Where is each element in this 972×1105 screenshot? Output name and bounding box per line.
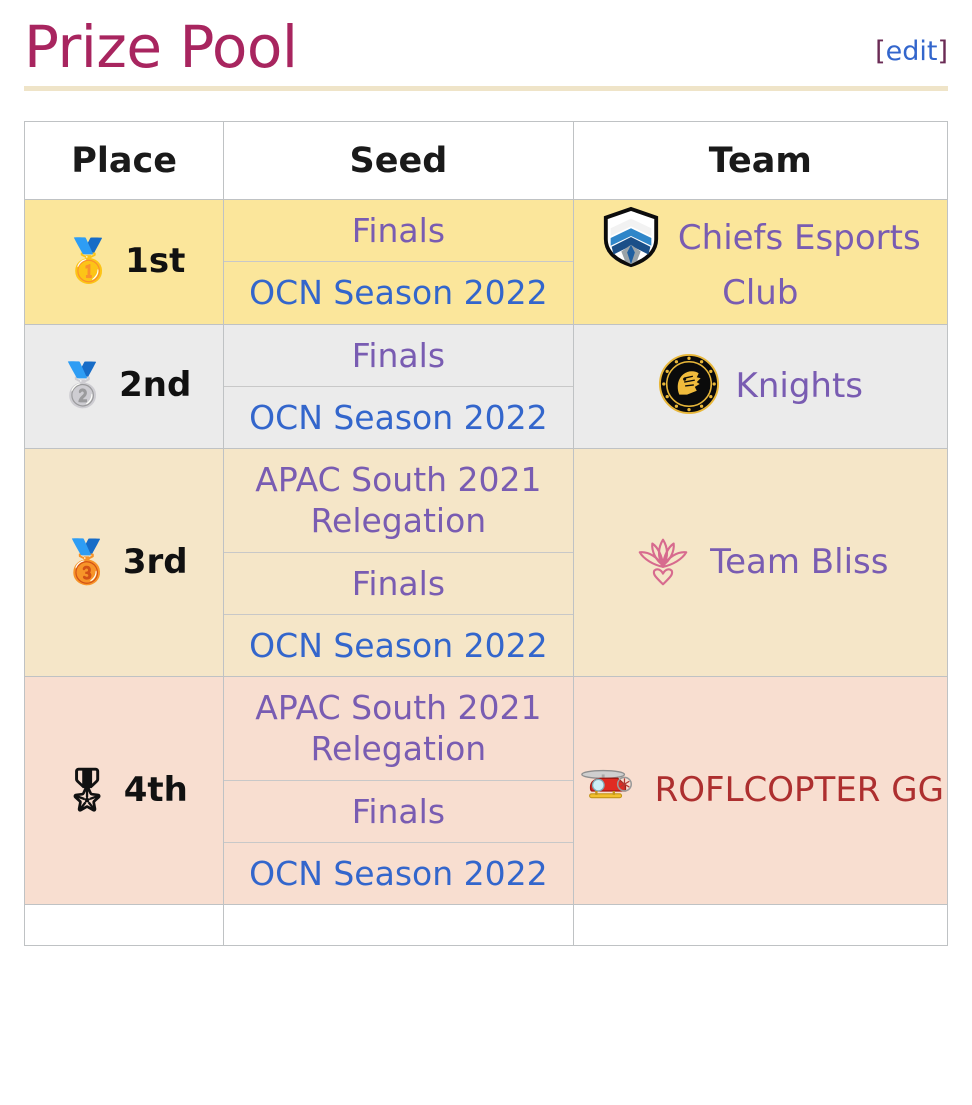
team-link[interactable]: Team Bliss <box>632 538 888 585</box>
place-cell: 🥉 3rd <box>23 448 225 677</box>
edit-link-label[interactable]: edit <box>886 36 938 67</box>
table-row <box>23 904 949 946</box>
seed-link[interactable]: OCN Season 2022 <box>224 385 573 448</box>
place-label: 3rd <box>122 541 188 582</box>
seed-link[interactable]: APAC South 2021 Relegation <box>224 677 572 780</box>
title-underline-rule <box>24 86 948 91</box>
team-name[interactable]: Chiefs Esports Club <box>678 218 921 313</box>
table-row: 🥈 2nd Finals OCN Season 2022 Knights <box>23 323 949 449</box>
bronze-medal-icon: 🥉 <box>60 536 113 586</box>
team-link[interactable]: Knights <box>658 354 863 415</box>
seed-link[interactable]: Finals <box>224 551 573 614</box>
knights-logo[interactable] <box>658 353 720 415</box>
edit-bracket-open: [ <box>875 36 886 67</box>
empty-cell <box>572 904 949 946</box>
team-cell: ROFLCOPTER GG <box>572 676 949 905</box>
section-header: Prize Pool [edit] <box>24 0 948 76</box>
seed-link[interactable]: OCN Season 2022 <box>224 841 573 904</box>
table-body: 🥇 1st Finals OCN Season 2022 Chiefs Esports… <box>23 199 949 946</box>
team-name[interactable]: Team Bliss <box>710 542 888 582</box>
edit-bracket-close: ] <box>937 36 948 67</box>
team-bliss-lotus-logo[interactable] <box>632 530 694 592</box>
seed-cell: Finals OCN Season 2022 <box>223 323 574 449</box>
column-header-team: Team <box>572 121 949 200</box>
table-row: 🥉 3rd APAC South 2021 Relegation Finals OCN … <box>23 448 949 677</box>
page-title: Prize Pool <box>24 13 298 81</box>
roflcopter-helicopter-logo[interactable] <box>577 758 639 820</box>
place-label: 4th <box>123 769 188 810</box>
column-header-place: Place <box>23 121 225 200</box>
seed-link[interactable]: OCN Season 2022 <box>224 613 573 676</box>
column-header-seed: Seed <box>223 121 574 200</box>
place-label: 1st <box>125 240 186 281</box>
place-cell: 🥇 1st <box>23 199 225 325</box>
place-label: 2nd <box>119 365 192 406</box>
team-link[interactable]: ROFLCOPTER GG <box>577 769 944 810</box>
prize-pool-table: Place Seed Team 🥇 1st Finals OCN Season 202… <box>23 121 949 946</box>
empty-cell <box>223 904 574 946</box>
seed-cell: APAC South 2021 Relegation Finals OCN Seas… <box>223 448 574 677</box>
place-cell: 🎖 4th <box>23 676 225 905</box>
team-name[interactable]: Knights <box>736 366 863 406</box>
team-cell: Knights <box>572 323 949 449</box>
chiefs-esports-club-logo[interactable] <box>600 206 662 268</box>
seed-cell: Finals OCN Season 2022 <box>223 199 574 325</box>
team-cell: Team Bliss <box>572 448 949 677</box>
seed-link[interactable]: Finals <box>224 325 572 386</box>
seed-link[interactable]: OCN Season 2022 <box>224 261 573 323</box>
seed-link[interactable]: APAC South 2021 Relegation <box>224 449 572 552</box>
place-cell: 🥈 2nd <box>23 323 225 449</box>
team-link[interactable]: Chiefs Esports Club <box>600 206 921 313</box>
table-row: 🥇 1st Finals OCN Season 2022 Chiefs Esports… <box>23 199 949 325</box>
seed-cell: APAC South 2021 Relegation Finals OCN Seas… <box>223 676 574 905</box>
empty-cell <box>23 904 225 946</box>
seed-link[interactable]: Finals <box>224 200 572 261</box>
table-row: 🎖 4th APAC South 2021 Relegation Finals OCN … <box>23 676 949 905</box>
edit-section-link[interactable]: [edit] <box>875 36 948 76</box>
seed-link[interactable]: Finals <box>224 779 573 842</box>
copper-medal-icon: 🎖 <box>60 764 114 814</box>
team-cell: Chiefs Esports Club <box>572 199 949 325</box>
prize-pool-table-wrapper: Place Seed Team 🥇 1st Finals OCN Season 202… <box>23 121 949 946</box>
gold-medal-icon: 🥇 <box>62 235 116 285</box>
team-name[interactable]: ROFLCOPTER GG <box>655 770 944 810</box>
table-header-row: Place Seed Team <box>23 121 949 200</box>
silver-medal-icon: 🥈 <box>56 360 110 410</box>
table-head: Place Seed Team <box>23 121 949 200</box>
